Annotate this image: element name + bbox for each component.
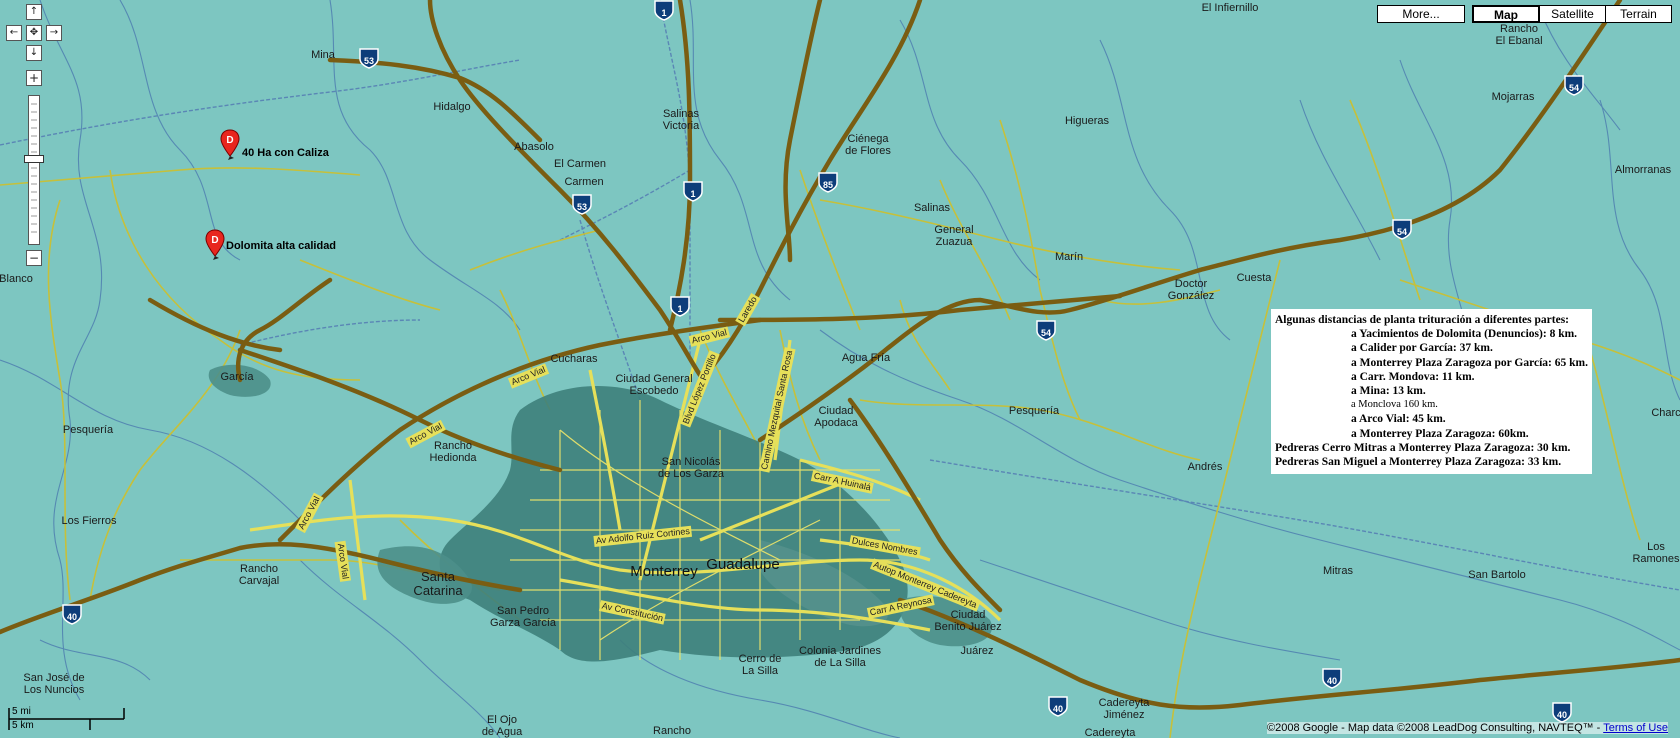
place-mitras: Mitras (1323, 565, 1353, 577)
copyright-notice: ©2008 Google - Map data ©2008 LeadDog Co… (1266, 722, 1668, 734)
place-san-bartolo: San Bartolo (1468, 569, 1526, 581)
place-los-ramones: Los Ramones (1632, 541, 1680, 565)
more-button[interactable]: More... (1377, 5, 1465, 23)
info-heading: Algunas distancias de planta trituración… (1275, 314, 1569, 326)
terms-of-use-link[interactable]: Terms of Use (1603, 722, 1668, 734)
place-pesqueria-east: Pesquería (1008, 405, 1060, 417)
highway-shield-54: 54 (1564, 74, 1584, 96)
info-line: a Monclova 160 km. (1351, 399, 1438, 411)
place-abasolo: Abasolo (514, 141, 554, 153)
place-mina: Mina (311, 49, 335, 61)
place-agua-fria: Agua Fría (841, 352, 891, 364)
highway-shield-54: 54 (1036, 319, 1056, 341)
place-blanco: Blanco (0, 273, 33, 285)
place-cucharas: Cucharas (550, 353, 598, 365)
pan-center-button[interactable]: ✥ (26, 25, 42, 41)
place-san-jose-de-los-nuncios: San José de Los Nuncios (23, 672, 85, 696)
info-line: a Calider por García: 37 km. (1351, 342, 1493, 355)
marker-letter: D (226, 135, 233, 146)
place-carmen: Carmen (564, 176, 604, 188)
map-marker-icon[interactable]: D (205, 228, 225, 262)
place-ciudad-general-escobedo: Ciudad General Escobedo (615, 373, 693, 397)
zoom-slider-thumb[interactable] (24, 155, 44, 163)
place-juarez: Juárez (960, 645, 994, 657)
place-ciudad-apodaca: Ciudad Apodaca (814, 405, 858, 429)
place-rancho-hedionda: Rancho Hedionda (429, 440, 477, 464)
place-charco: Charc (1651, 407, 1680, 419)
pan-right-button[interactable]: → (46, 25, 62, 41)
info-line: a Monterrey Plaza Zaragoza por García: 6… (1351, 356, 1588, 369)
zoom-out-button[interactable]: − (26, 250, 42, 266)
highway-shield-1: 1 (683, 180, 703, 202)
highway-shield-85: 85 (818, 171, 838, 193)
place-higueras: Higueras (1064, 115, 1110, 127)
place-el-ojo-de-agua: El Ojo de Agua (481, 714, 523, 738)
info-line: a Mina: 13 km. (1351, 385, 1426, 398)
info-line: Pedreras Cerro Mitras a Monterrey Plaza … (1275, 441, 1571, 454)
place-mojarras: Mojarras (1491, 91, 1535, 103)
highway-shield-1: 1 (670, 295, 690, 317)
marker-label: Dolomita alta calidad (226, 240, 337, 252)
copyright-text: ©2008 Google - Map data ©2008 LeadDog Co… (1266, 722, 1604, 734)
map-type-terrain-button[interactable]: Terrain (1605, 5, 1672, 23)
place-garcia: García (220, 371, 254, 383)
place-cadereyta: Cadereyta (1084, 727, 1136, 738)
place-marin: Marín (1054, 251, 1084, 263)
place-san-nicolas-de-los-garza: San Nicolás de Los Garza (657, 456, 725, 480)
place-ciudad-benito-juarez: Ciudad Benito Juárez (934, 609, 1002, 633)
highway-shield-40: 40 (1322, 667, 1342, 689)
pan-up-button[interactable]: ↑ (26, 4, 42, 20)
place-hidalgo: Hidalgo (433, 101, 471, 113)
zoom-ticks (31, 103, 37, 233)
place-el-infiernillo: El Infiernillo (1201, 2, 1259, 14)
place-los-fierros: Los Fierros (61, 515, 117, 527)
map-type-satellite-button[interactable]: Satellite (1539, 5, 1606, 23)
place-cerro-de-la-silla: Cerro de La Silla (738, 653, 782, 677)
info-line: a Monterrey Plaza Zaragoza: 60km. (1351, 427, 1529, 440)
place-monterrey: Monterrey (630, 563, 698, 580)
highway-shield-40: 40 (1048, 695, 1068, 717)
place-pesqueria-west: Pesquería (62, 424, 114, 436)
highway-shield-40: 40 (62, 603, 82, 625)
info-line: a Arco Vial: 45 km. (1351, 413, 1446, 426)
place-el-carmen: El Carmen (554, 158, 606, 170)
map-marker-icon[interactable]: D (220, 128, 240, 162)
place-general-zuazua: General Zuazua (934, 224, 974, 248)
place-doctor-gonzalez: Doctor González (1167, 278, 1215, 302)
info-line: a Carr. Mondova: 11 km. (1351, 370, 1475, 383)
place-santa-catarina: Santa Catarina (413, 569, 463, 598)
highway-shield-1: 1 (654, 0, 674, 21)
marker-letter: D (211, 235, 218, 246)
place-cuesta: Cuesta (1236, 272, 1272, 284)
map-canvas[interactable]: 1 1 1 53 53 85 54 54 54 40 40 40 40 Arco… (0, 0, 1680, 738)
place-cadereyta-jimenez: Cadereyta Jiménez (1098, 697, 1150, 721)
place-rancho-south: Rancho (653, 725, 691, 737)
place-guadalupe: Guadalupe (706, 556, 780, 573)
highway-shield-40: 40 (1552, 701, 1572, 723)
place-salinas: Salinas (913, 202, 951, 214)
zoom-slider-track[interactable] (28, 95, 40, 245)
place-salinas-victoria: Salinas Victoria (662, 108, 700, 132)
place-colonia-jardines: Colonia Jardines de La Silla (799, 645, 881, 669)
zoom-in-button[interactable]: + (26, 70, 42, 86)
scale-label-km: 5 km (12, 720, 34, 731)
highway-shield-53: 53 (572, 193, 592, 215)
highway-shield-54: 54 (1392, 218, 1412, 240)
place-almorranas: Almorranas (1614, 164, 1672, 176)
map-type-map-button[interactable]: Map (1472, 5, 1540, 23)
pan-down-button[interactable]: ↓ (26, 45, 42, 61)
place-andres: Andrés (1187, 461, 1223, 473)
place-rancho-el-ebanal: Rancho El Ebanal (1495, 23, 1543, 47)
highway-shield-53: 53 (359, 47, 379, 69)
info-line: Pedreras San Miguel a Monterrey Plaza Za… (1275, 456, 1562, 469)
distances-info-panel: Algunas distancias de planta trituración… (1271, 309, 1592, 474)
place-cienega-de-flores: Ciénega de Flores (845, 133, 891, 157)
marker-label: 40 Ha con Caliza (242, 147, 329, 159)
info-line: a Yacimientos de Dolomita (Denuncios): 8… (1351, 328, 1578, 341)
scale-bar: 5 mi 5 km (8, 706, 126, 732)
place-rancho-carvajal: Rancho Carvajal (238, 563, 280, 587)
scale-label-mi: 5 mi (12, 706, 31, 717)
place-san-pedro-garza-garcia: San Pedro Garza García (489, 605, 557, 629)
pan-left-button[interactable]: ← (6, 25, 22, 41)
